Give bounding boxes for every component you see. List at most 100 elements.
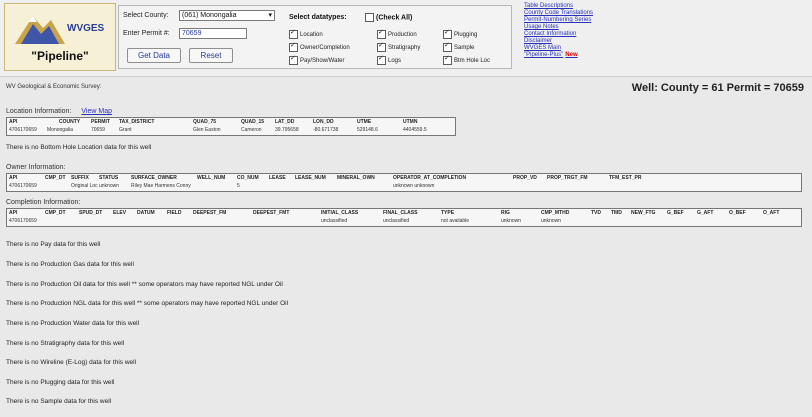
datatype-sample[interactable]: Sample: [443, 41, 475, 52]
datatype-location[interactable]: Location: [289, 28, 323, 39]
link-permit-numbering-series[interactable]: Permit-Numbering Series: [524, 17, 644, 24]
datatype-production[interactable]: Production: [377, 28, 417, 39]
completion-header-cell: SPUD_DT: [79, 210, 103, 216]
datatype-checkbox[interactable]: [289, 54, 298, 65]
location-value-cell: 529148.6: [357, 127, 378, 133]
link-wvges-main[interactable]: WVGES Main: [524, 45, 644, 52]
no-bottom-hole-message: There is no Bottom Hole Location data fo…: [6, 144, 152, 151]
owner-header-cell: STATUS: [99, 175, 119, 181]
datatype-label: Sample: [454, 45, 475, 52]
completion-header-cell: DEEPEST_FMT: [253, 210, 290, 216]
location-value-cell: 4404559.5: [403, 127, 427, 133]
no-data-message: There is no Plugging data for this well: [6, 379, 115, 386]
completion-header-cell: INITIAL_CLASS: [321, 210, 359, 216]
view-map-link[interactable]: View Map: [81, 108, 112, 115]
datatype-plugging[interactable]: Plugging: [443, 28, 478, 39]
completion-header-cell: G_BEF: [667, 210, 684, 216]
owner-header-cell: PROP_TRGT_FM: [547, 175, 588, 181]
owner-header-cell: MINERAL_OWN: [337, 175, 375, 181]
owner-header-cell: TFM_EST_PR: [609, 175, 642, 181]
datatype-pay-show-water[interactable]: Pay/Show/Water: [289, 54, 344, 65]
search-form: Select County: (061) Monongalia ▾ Enter …: [118, 5, 512, 69]
completion-value-cell: unknown: [501, 218, 522, 224]
datatype-checkbox[interactable]: [377, 28, 386, 39]
completion-value-cell: not available: [441, 218, 470, 224]
datatype-checkbox[interactable]: [443, 41, 452, 52]
datatype-label: Stratigraphy: [388, 45, 421, 52]
owner-section-label: Owner Information:: [6, 164, 66, 171]
datatype-checkbox[interactable]: [443, 28, 452, 39]
location-header-cell: TAX_DISTRICT: [119, 119, 155, 125]
check-all-label: (Check All): [376, 14, 413, 22]
owner-header-cell: SUFFIX: [71, 175, 89, 181]
datatype-label: Plugging: [454, 32, 478, 39]
owner-table: API CMP_DT SUFFIX STATUS SURFACE_OWNER W…: [6, 173, 802, 192]
datatype-btm-hole-loc[interactable]: Btm Hole Loc: [443, 54, 491, 65]
datatype-checkbox[interactable]: [289, 41, 298, 52]
datatype-label: Btm Hole Loc: [454, 58, 491, 65]
location-value-cell: 70659: [91, 127, 105, 133]
completion-header-cell: TVD: [591, 210, 601, 216]
location-value-cell: Cameron: [241, 127, 262, 133]
completion-header-cell: O_AFT: [763, 210, 780, 216]
datatype-checkbox[interactable]: [443, 54, 452, 65]
location-label: Location Information:: [6, 108, 72, 115]
permit-input[interactable]: 70659: [179, 28, 247, 39]
completion-header-cell: O_BEF: [729, 210, 746, 216]
datatype-checkbox[interactable]: [377, 54, 386, 65]
completion-section-label: Completion Information:: [6, 199, 80, 206]
no-data-message: There is no Production Gas data for this…: [6, 261, 134, 268]
completion-header-cell: FINAL_CLASS: [383, 210, 418, 216]
location-header-cell: LAT_DD: [275, 119, 295, 125]
owner-header-cell: LEASE: [269, 175, 286, 181]
completion-header-cell: NEW_FTG: [631, 210, 656, 216]
reset-button[interactable]: Reset: [189, 48, 233, 63]
link-pipeline-plus[interactable]: "Pipeline-Plus" New: [524, 52, 644, 59]
owner-value-cell: Original Loc: [71, 183, 98, 189]
location-header-cell: UTMN: [403, 119, 418, 125]
completion-header-cell: CMP_DT: [45, 210, 66, 216]
check-all-checkbox[interactable]: [365, 13, 374, 22]
completion-value-cell: unclassified: [321, 218, 348, 224]
link-disclaimer[interactable]: Disclaimer: [524, 38, 644, 45]
datatype-stratigraphy[interactable]: Stratigraphy: [377, 41, 421, 52]
check-all-option[interactable]: (Check All): [365, 13, 412, 22]
link-usage-notes[interactable]: Usage Notes: [524, 24, 644, 31]
completion-header-cell: DATUM: [137, 210, 155, 216]
link-contact-information[interactable]: Contact Information: [524, 31, 644, 38]
permit-label: Enter Permit #:: [123, 30, 170, 37]
mountain-logo-icon: [15, 16, 65, 44]
completion-value-cell: unclassified: [383, 218, 410, 224]
location-value-cell: 4706170659: [9, 127, 37, 133]
link-county-code-translations[interactable]: County Code Translations: [524, 10, 644, 17]
link-table-descriptions[interactable]: Table Descriptions: [524, 3, 644, 10]
datatype-checkbox[interactable]: [289, 28, 298, 39]
owner-header-cell: CMP_DT: [45, 175, 66, 181]
datatype-logs[interactable]: Logs: [377, 54, 401, 65]
owner-header-cell: CO_NUM: [237, 175, 259, 181]
completion-header-cell: G_AFT: [697, 210, 714, 216]
datatype-owner-completion[interactable]: Owner/Completion: [289, 41, 350, 52]
datatype-checkbox[interactable]: [377, 41, 386, 52]
location-header-cell: LON_DD: [313, 119, 334, 125]
owner-header-cell: SURFACE_OWNER: [131, 175, 177, 181]
county-select[interactable]: (061) Monongalia ▾: [179, 10, 275, 21]
get-data-button[interactable]: Get Data: [127, 48, 181, 63]
location-value-cell: Glen Easton: [193, 127, 221, 133]
completion-value-cell: 4706170659: [9, 218, 37, 224]
datatype-label: Production: [388, 32, 417, 39]
completion-header-cell: CMP_MTHD: [541, 210, 570, 216]
wvges-logo[interactable]: WVGES "Pipeline": [4, 3, 116, 71]
owner-label: Owner Information:: [6, 164, 66, 171]
owner-value-cell: unknown: [99, 183, 120, 189]
owner-header-cell: PROP_VD: [513, 175, 537, 181]
completion-header-cell: DEEPEST_FM: [193, 210, 227, 216]
location-value-cell: -80.671738: [313, 127, 339, 133]
help-links: Table Descriptions County Code Translati…: [524, 3, 644, 59]
completion-header-cell: API: [9, 210, 18, 216]
logo-agency-text: WVGES: [67, 23, 105, 34]
location-header-cell: COUNTY: [59, 119, 81, 125]
top-bar: WVGES "Pipeline" Select County: (061) Mo…: [0, 0, 812, 77]
completion-header-cell: FIELD: [167, 210, 182, 216]
location-header-cell: UTME: [357, 119, 372, 125]
